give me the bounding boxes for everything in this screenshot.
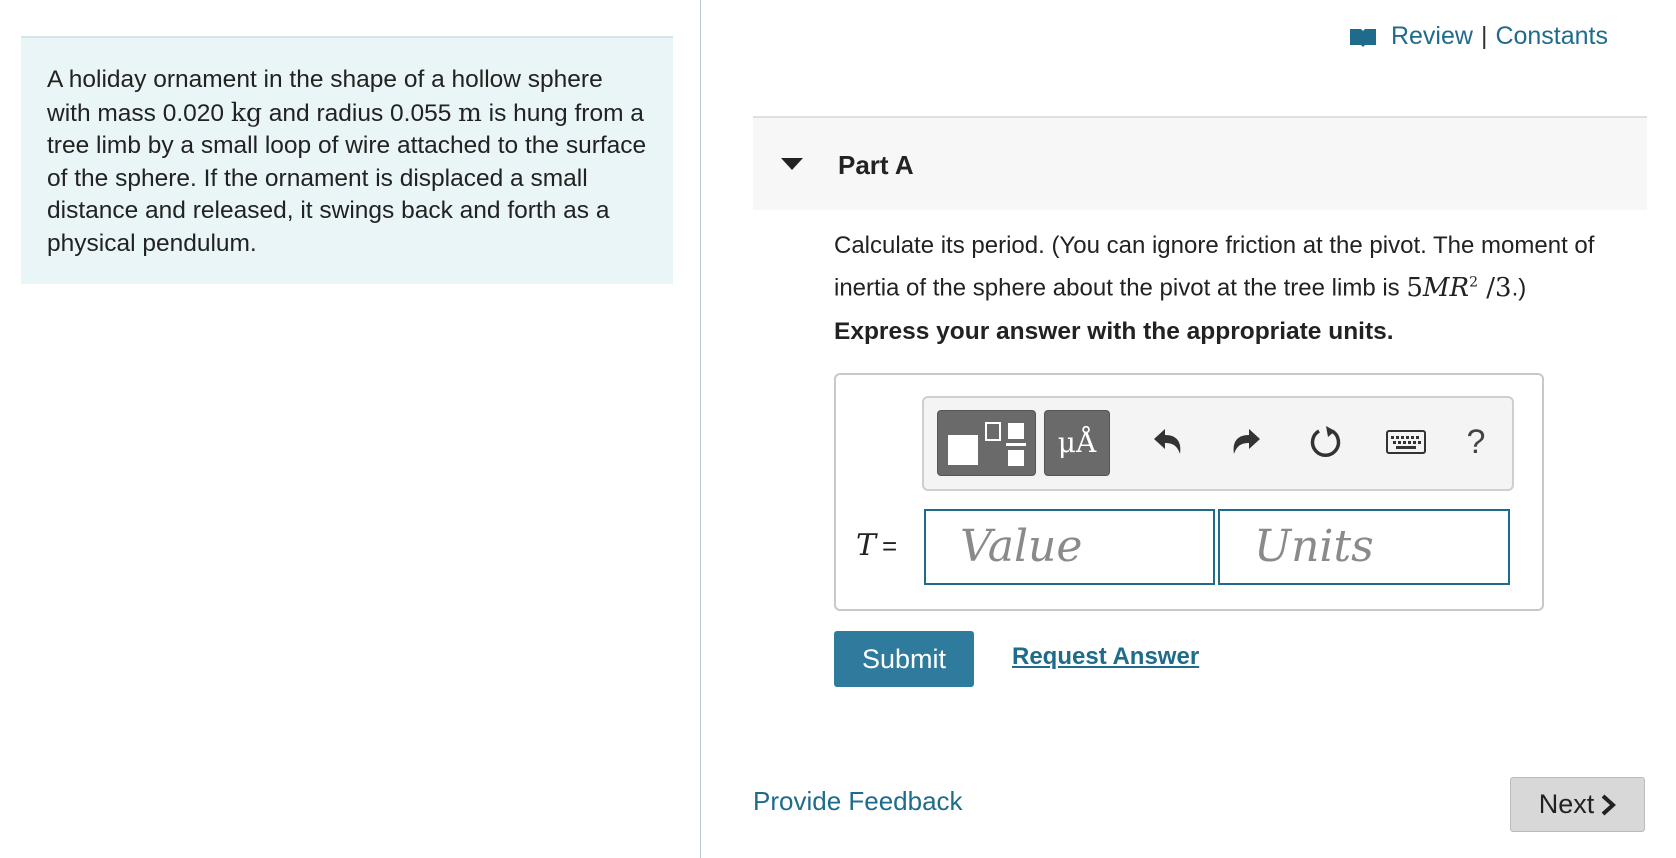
units-input[interactable]: Units: [1218, 509, 1510, 585]
submit-button[interactable]: Submit: [834, 631, 974, 687]
unit-kg: kg: [230, 97, 262, 127]
reset-icon[interactable]: [1304, 420, 1348, 464]
variable-t: T: [856, 528, 877, 563]
units-button[interactable]: μÅ: [1044, 410, 1110, 476]
templates-icon: [948, 422, 1026, 466]
question-text: Calculate its period. (You can ignore fr…: [834, 228, 1634, 307]
value-input[interactable]: Value: [924, 509, 1215, 585]
request-answer-link[interactable]: Request Answer: [1012, 643, 1199, 671]
math-toolbar: μÅ ?: [922, 396, 1514, 491]
review-link[interactable]: Review: [1391, 22, 1473, 51]
collapse-caret-icon[interactable]: [781, 158, 803, 170]
unit-m: m: [458, 97, 482, 127]
panel-divider: [700, 0, 701, 858]
chevron-right-icon: [1601, 794, 1617, 815]
undo-icon[interactable]: [1146, 420, 1190, 464]
problem-panel: A holiday ornament in the shape of a hol…: [0, 0, 700, 858]
help-icon[interactable]: ?: [1454, 420, 1498, 464]
next-button[interactable]: Next: [1510, 777, 1645, 832]
provide-feedback-link[interactable]: Provide Feedback: [753, 786, 963, 817]
redo-icon[interactable]: [1224, 420, 1268, 464]
answer-instruction: Express your answer with the appropriate…: [834, 318, 1394, 345]
answer-card: μÅ ? T = Value Units: [834, 373, 1544, 611]
math-coefficient: 5: [1406, 272, 1423, 303]
constants-link[interactable]: Constants: [1495, 22, 1608, 51]
question-end: .): [1511, 274, 1527, 302]
keyboard-icon[interactable]: [1384, 420, 1428, 464]
templates-button[interactable]: [937, 410, 1036, 476]
problem-text-2: and radius 0.055: [262, 99, 459, 127]
equals-sign: =: [882, 531, 898, 561]
math-variable: MR: [1422, 272, 1470, 303]
part-title: Part A: [838, 150, 914, 180]
math-exponent: 2: [1469, 274, 1479, 290]
top-links: Review | Constants: [1349, 22, 1608, 51]
problem-statement: A holiday ornament in the shape of a hol…: [21, 36, 673, 284]
next-label: Next: [1538, 789, 1595, 819]
part-a-header[interactable]: Part A: [753, 116, 1647, 210]
link-separator: |: [1480, 22, 1488, 50]
book-icon: [1349, 28, 1376, 47]
answer-variable-label: T =: [856, 528, 897, 563]
inertia-expression: 5MR2 /3: [1406, 273, 1511, 303]
math-divisor: /3: [1478, 272, 1512, 303]
